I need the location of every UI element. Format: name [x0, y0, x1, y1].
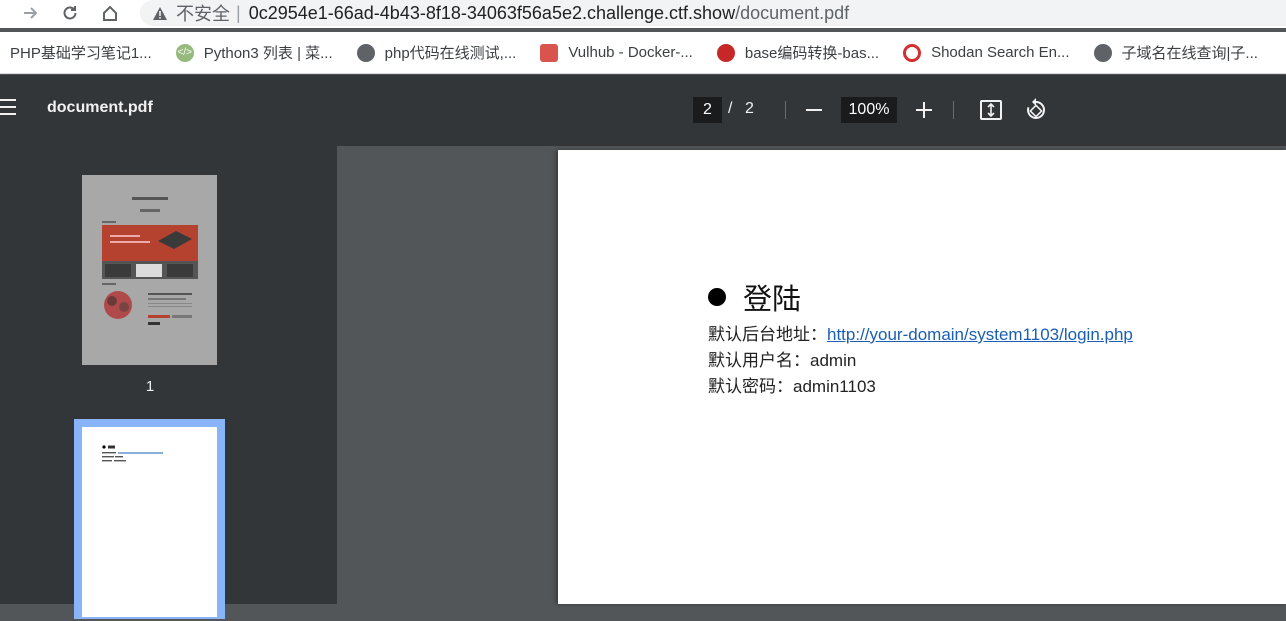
bullet-icon [708, 288, 726, 306]
page-thumbnail-1[interactable] [82, 175, 217, 365]
plus-icon [916, 102, 932, 118]
bookmark-vulhub[interactable]: Vulhub - Docker-... [540, 43, 693, 62]
password-label: 默认密码： [708, 377, 793, 396]
zoom-out-button[interactable] [803, 97, 825, 123]
globe-icon [356, 43, 375, 62]
page-number-input[interactable]: 2 [693, 97, 722, 123]
bookmarks-bar: PHP基础学习笔记1... </> Python3 列表 | 菜... php代… [0, 32, 1286, 74]
total-pages: 2 [745, 100, 754, 117]
bookmark-label: 子域名在线查询|子... [1121, 45, 1258, 62]
url-bar[interactable]: 不安全 | 0c2954e1-66ad-4b43-8f18-34063f56a5… [140, 0, 1286, 26]
admin-url-link[interactable]: http://your-domain/system1103/login.php [827, 325, 1133, 344]
pdf-page-2: 登陆 默认后台地址：http://your-domain/system1103/… [558, 150, 1286, 604]
bookmark-label: PHP基础学习笔记1... [10, 45, 152, 62]
password-value: admin1103 [793, 377, 876, 396]
rotate-icon [1027, 98, 1045, 119]
warning-triangle-icon [152, 6, 168, 21]
toolbar-divider [953, 101, 954, 119]
minus-icon [806, 109, 822, 111]
bookmark-subdomain-lookup[interactable]: 子域名在线查询|子... [1093, 42, 1258, 63]
reload-button[interactable] [56, 0, 84, 26]
username-label: 默认用户名： [708, 351, 810, 370]
bookmark-php-online-test[interactable]: php代码在线测试,... [356, 42, 517, 63]
url-host: 0c2954e1-66ad-4b43-8f18-34063f56a5e2.cha… [248, 2, 736, 23]
bookmark-label: base编码转换-bas... [744, 45, 880, 62]
admin-url-line: 默认后台地址：http://your-domain/system1103/log… [708, 320, 1133, 345]
thumbnail-1-label: 1 [145, 378, 155, 395]
bookmark-label: Python3 列表 | 菜... [203, 45, 333, 62]
runoob-icon: </> [175, 43, 194, 62]
menu-icon[interactable] [0, 99, 16, 121]
bookmark-label: Vulhub - Docker-... [568, 44, 693, 61]
bookmark-label: Shodan Search En... [931, 44, 1070, 61]
bookmark-python3-list[interactable]: </> Python3 列表 | 菜... [175, 42, 333, 63]
bookmark-php-notes[interactable]: PHP基础学习笔记1... [10, 42, 152, 63]
insecure-label: 不安全 [176, 4, 230, 24]
section-heading: 登陆 [708, 276, 801, 318]
document-viewer: 登陆 默认后台地址：http://your-domain/system1103/… [337, 146, 1286, 604]
password-line: 默认密码：admin1103 [708, 372, 876, 397]
admin-url-label: 默认后台地址： [708, 325, 827, 344]
heading-text: 登陆 [743, 284, 802, 316]
bookmark-label: php代码在线测试,... [384, 45, 517, 62]
base-icon [716, 43, 735, 62]
pdf-toolbar: document.pdf 2 / 2 100% [0, 75, 1286, 146]
page-separator: / [728, 100, 733, 117]
zoom-level-input[interactable]: 100% [841, 97, 897, 123]
username-line: 默认用户名：admin [708, 346, 856, 371]
globe-icon [1093, 43, 1112, 62]
home-button[interactable] [96, 0, 124, 26]
thumbnail-sidebar: 1 [0, 146, 337, 619]
reload-icon [63, 6, 77, 20]
zoom-in-button[interactable] [913, 97, 935, 123]
rotate-button[interactable] [1024, 97, 1048, 123]
username-value: admin [810, 351, 857, 370]
home-icon [103, 5, 117, 21]
toolbar-divider [785, 101, 786, 119]
page-thumbnail-2[interactable] [74, 419, 225, 619]
fit-to-page-button[interactable] [979, 97, 1003, 123]
vulhub-icon [540, 43, 559, 62]
forward-button[interactable] [16, 0, 44, 26]
document-title: document.pdf [47, 99, 153, 116]
url-path: /document.pdf [735, 2, 850, 23]
thumbnail-2-preview [82, 427, 217, 617]
shodan-icon [903, 43, 922, 62]
url-separator: | [236, 2, 241, 23]
bookmark-base-encode[interactable]: base编码转换-bas... [716, 42, 880, 63]
thumbnail-1-preview [82, 175, 217, 365]
browser-address-bar: 不安全 | 0c2954e1-66ad-4b43-8f18-34063f56a5… [0, 0, 1286, 28]
fit-page-icon [980, 100, 1002, 120]
arrow-right-icon [24, 7, 38, 19]
bookmark-shodan[interactable]: Shodan Search En... [903, 43, 1070, 62]
